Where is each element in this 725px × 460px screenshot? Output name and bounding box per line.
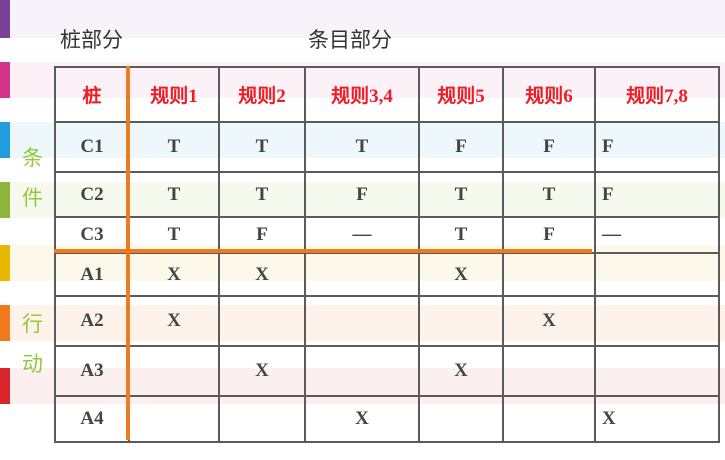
header-cell-rule-7-8: 规则7,8 [594,66,720,123]
table-cell [304,295,420,347]
table-cell [128,395,220,443]
table-cell [502,395,596,443]
row-label: C3 [54,216,130,254]
table-cell [502,252,596,297]
decision-table: 桩 规则1 规则2 规则3,4 规则5 规则6 规则7,8 C1 T T T F… [54,66,720,443]
table-cell: X [128,295,220,347]
side-label-action-1: 行 [22,312,43,336]
table-cell: F [502,121,596,173]
table-cell [418,295,504,347]
table-cell: X [594,395,720,443]
table-row: A4 X X [54,395,720,443]
table-cell: F [304,171,420,218]
color-strip [0,0,10,460]
table-cell: X [128,252,220,297]
table-cell [218,295,306,347]
side-label-condition-1: 条 [22,146,43,170]
row-label: A1 [54,252,130,297]
table-cell: F [594,171,720,218]
table-cell [502,345,596,397]
table-cell: T [128,121,220,173]
table-cell [304,252,420,297]
table-cell: T [218,121,306,173]
table-row: C2 T T F T T F [54,171,720,218]
stub-entry-divider [126,66,130,440]
side-label-condition-2: 件 [22,186,43,210]
table-cell: X [502,295,596,347]
table-cell: F [502,216,596,254]
row-label: A4 [54,395,130,443]
table-cell: F [418,121,504,173]
table-cell: T [128,171,220,218]
table-cell [418,395,504,443]
table-cell: F [594,121,720,173]
table-cell: T [502,171,596,218]
table-cell [218,395,306,443]
header-cell-rule-6: 规则6 [502,66,596,123]
condition-action-divider [54,249,592,253]
table-cell: X [418,345,504,397]
table-cell [304,345,420,397]
row-label: C1 [54,121,130,173]
table-cell [128,345,220,397]
header-cell-rule-5: 规则5 [418,66,504,123]
table-cell: T [418,216,504,254]
header-cell-rule-3-4: 规则3,4 [304,66,420,123]
side-label-action-2: 动 [22,352,43,376]
table-cell: X [218,345,306,397]
table-row: C1 T T T F F F [54,121,720,173]
table-cell: T [304,121,420,173]
row-label: A3 [54,345,130,397]
table-row: A3 X X [54,345,720,397]
table-header-row: 桩 规则1 规则2 规则3,4 规则5 规则6 规则7,8 [54,66,720,123]
table-cell: X [218,252,306,297]
table-cell [594,345,720,397]
table-row: A1 X X X [54,252,720,297]
row-label: A2 [54,295,130,347]
table-cell: T [418,171,504,218]
table-cell: T [218,171,306,218]
table-cell: X [418,252,504,297]
header-cell-rule-2: 规则2 [218,66,306,123]
header-cell-rule-1: 规则1 [128,66,220,123]
table-cell: T [128,216,220,254]
table-cell [594,295,720,347]
table-row: C3 T F — T F — [54,216,720,254]
header-cell-stub: 桩 [54,66,130,123]
table-cell [594,252,720,297]
row-label: C2 [54,171,130,218]
entry-part-header: 条目部分 [308,28,392,52]
table-cell: X [304,395,420,443]
table-row: A2 X X [54,295,720,347]
table-cell: F [218,216,306,254]
table-cell: — [304,216,420,254]
stub-part-header: 桩部分 [60,28,123,52]
table-cell: — [594,216,720,254]
